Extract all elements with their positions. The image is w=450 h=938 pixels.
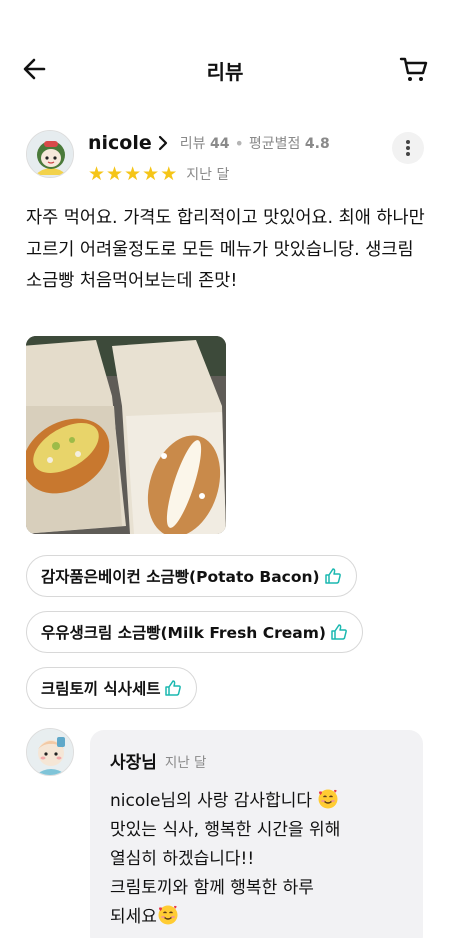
average-rating: 평균별점 4.8 [248,136,330,152]
reviewer-header: nicole 리뷰 44 • 평균별점 4.8 ★ ★ ★ ★ ★ 지난 달 [26,128,424,192]
review-photo[interactable] [26,336,226,534]
review-count: 리뷰 44 [179,136,230,152]
smiling-face-with-hearts-icon [318,789,338,809]
star-icon: ★ [160,162,178,185]
thumbs-up-icon [164,679,182,697]
star-icon: ★ [106,162,124,185]
more-options-button[interactable] [392,132,424,164]
reviewer-name-row[interactable]: nicole 리뷰 44 • 평균별점 4.8 [88,132,330,154]
owner-row: 사장님 지난 달 [110,748,403,773]
cart-icon [399,57,428,81]
reply-date: 지난 달 [164,754,207,771]
reply-line: 크림토끼와 함께 행복한 하루 [110,878,314,898]
top-app-bar: 리뷰 [0,0,450,136]
food-photo [26,336,226,534]
menu-tag-label: 감자품은베이컨 소금빵(Potato Bacon) [41,568,320,586]
star-icon: ★ [88,162,106,185]
more-vertical-icon [406,140,410,156]
owner-avatar [26,728,74,776]
review-date: 지난 달 [186,167,230,183]
avatar-illustration [27,131,73,177]
owner-reply: 사장님 지난 달 nicole님의 사랑 감사합니다 맛있는 식사, 행복한 시… [26,728,426,938]
thumbs-up-icon [330,623,348,641]
owner-name: 사장님 [110,753,157,773]
reply-line: nicole님의 사랑 감사합니다 [110,791,312,811]
reply-bubble: 사장님 지난 달 nicole님의 사랑 감사합니다 맛있는 식사, 행복한 시… [90,730,423,938]
reviewer-avatar[interactable] [26,130,74,178]
menu-tag-label: 크림토끼 식사세트 [41,680,161,698]
menu-tag-potato-bacon[interactable]: 감자품은베이컨 소금빵(Potato Bacon) [26,555,357,597]
reviewer-name: nicole [88,132,152,154]
menu-tag-label: 우유생크림 소금빵(Milk Fresh Cream) [41,624,326,642]
reply-line: 되세요 [110,907,157,927]
review-body: 자주 먹어요. 가격도 합리적이고 맛있어요. 최애 하나만 고르기 어려울정도… [26,208,425,291]
page-title: 리뷰 [206,60,244,84]
reply-line: 맛있는 식사, 행복한 시간을 위해 [110,820,341,840]
smiling-face-with-hearts-icon [158,905,178,925]
meta-separator: • [234,133,244,153]
rating-row: ★ ★ ★ ★ ★ 지난 달 [88,164,229,184]
star-icon: ★ [142,162,160,185]
star-icon: ★ [124,162,142,185]
cart-button[interactable] [398,53,430,85]
reply-text: nicole님의 사랑 감사합니다 맛있는 식사, 행복한 시간을 위해 열심히… [110,787,403,932]
chevron-right-icon [158,135,168,151]
menu-tag-milk-cream[interactable]: 우유생크림 소금빵(Milk Fresh Cream) [26,611,363,653]
reply-line: 열심히 하겠습니다!! [110,849,255,869]
menu-tag-meal-set[interactable]: 크림토끼 식사세트 [26,667,198,709]
thumbs-up-icon [324,567,342,585]
owner-avatar-illustration [27,729,73,775]
